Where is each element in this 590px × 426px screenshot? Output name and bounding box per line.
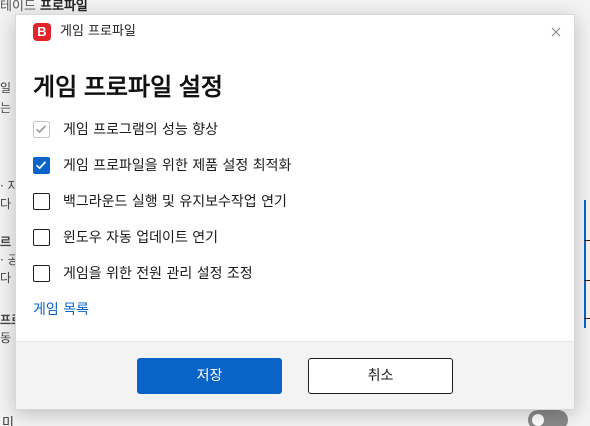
checkbox-optimize-settings[interactable] bbox=[33, 157, 50, 174]
background-title-part: 테이드 bbox=[0, 0, 36, 14]
check-icon bbox=[35, 125, 47, 134]
dialog-footer: 저장 취소 bbox=[16, 341, 574, 409]
option-label: 게임 프로파일을 위한 제품 설정 최적화 bbox=[63, 158, 292, 174]
background-title-part: 프로파일 bbox=[40, 0, 88, 14]
save-button[interactable]: 저장 bbox=[137, 358, 282, 394]
option-label: 게임 프로그램의 성능 향상 bbox=[63, 122, 219, 138]
background-title-fragment: 테이드 프로파일 bbox=[0, 0, 150, 14]
game-list-link[interactable]: 게임 목록 bbox=[33, 301, 89, 319]
option-power-settings[interactable]: 게임을 위한 전원 관리 설정 조정 bbox=[33, 263, 553, 285]
dialog-title: 게임 프로파일 bbox=[60, 24, 136, 39]
background-selection-bar bbox=[584, 200, 586, 328]
app-logo-icon: B bbox=[33, 23, 51, 41]
background-text-fragment: 동 bbox=[0, 331, 12, 345]
background-text-fragment: · 공 bbox=[0, 253, 16, 267]
background-text-fragment: 미 bbox=[2, 416, 14, 426]
option-improve-performance[interactable]: 게임 프로그램의 성능 향상 bbox=[33, 119, 553, 141]
background-text-fragment: 는 bbox=[0, 101, 12, 115]
close-icon bbox=[551, 27, 561, 37]
checkbox-improve-performance[interactable] bbox=[33, 121, 50, 138]
option-label: 윈도우 자동 업데이트 연기 bbox=[63, 230, 219, 246]
close-button[interactable] bbox=[546, 22, 566, 42]
background-text-fragment: 다 bbox=[0, 271, 12, 285]
checkbox-defer-windows-update[interactable] bbox=[33, 229, 50, 246]
option-label: 백그라운드 실행 및 유지보수작업 연기 bbox=[63, 194, 287, 210]
checkbox-defer-background[interactable] bbox=[33, 193, 50, 210]
option-optimize-settings[interactable]: 게임 프로파일을 위한 제품 설정 최적화 bbox=[33, 155, 553, 177]
check-icon bbox=[35, 161, 47, 170]
background-toggle[interactable] bbox=[528, 410, 568, 426]
background-divider bbox=[584, 240, 590, 241]
checkbox-power-settings[interactable] bbox=[33, 265, 50, 282]
option-defer-windows-update[interactable]: 윈도우 자동 업데이트 연기 bbox=[33, 227, 553, 249]
option-label: 게임을 위한 전원 관리 설정 조정 bbox=[63, 266, 253, 282]
dialog-heading: 게임 프로파일 설정 bbox=[33, 74, 223, 101]
background-text-fragment: 프로 bbox=[0, 313, 16, 327]
game-profile-dialog: B 게임 프로파일 게임 프로파일 설정 게임 프로그램의 성능 향상 게임 프… bbox=[15, 14, 575, 410]
option-defer-background[interactable]: 백그라운드 실행 및 유지보수작업 연기 bbox=[33, 191, 553, 213]
background-text-fragment: 르 bbox=[0, 235, 12, 249]
background-text-fragment: 다 bbox=[0, 197, 12, 211]
background-divider bbox=[584, 318, 590, 319]
toggle-knob bbox=[532, 414, 544, 426]
dialog-titlebar: B 게임 프로파일 bbox=[16, 15, 574, 49]
background-text-fragment: 일 bbox=[0, 81, 12, 95]
background-divider bbox=[584, 280, 590, 281]
background-text-fragment: · 자 bbox=[0, 179, 16, 193]
cancel-button[interactable]: 취소 bbox=[308, 358, 453, 394]
